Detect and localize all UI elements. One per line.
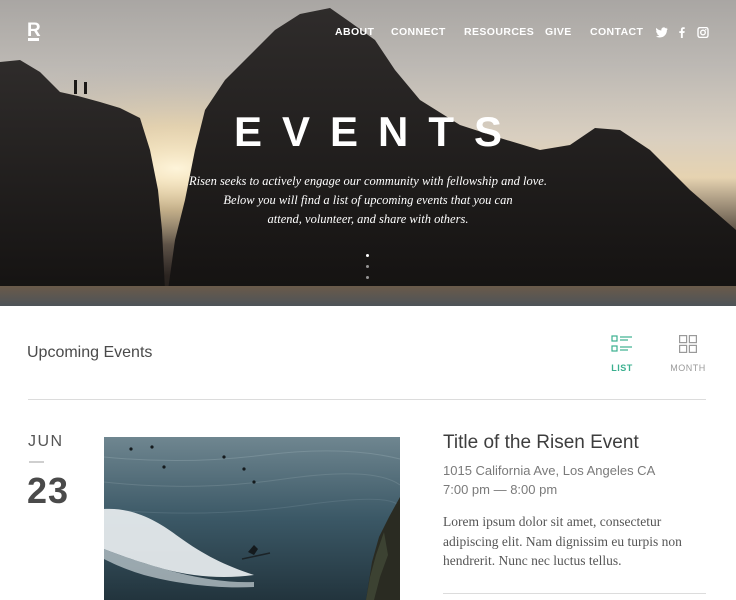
event-description-line: adipiscing elit. Nam dignissim eu turpis… <box>443 533 682 549</box>
event-day: 23 <box>27 470 70 511</box>
section-divider <box>28 399 706 400</box>
event-description: Lorem ipsum dolor sit amet, consectetur … <box>443 512 705 571</box>
event-address: 1015 California Ave, Los Angeles CA <box>443 463 656 478</box>
nav-give[interactable]: GIVE <box>545 26 572 38</box>
instagram-icon[interactable] <box>697 27 709 38</box>
hero-banner: R ABOUT CONNECT RESOURCES GIVE CONTACT E… <box>0 0 736 306</box>
month-view-label: MONTH <box>670 363 706 373</box>
nav-resources[interactable]: RESOURCES <box>464 26 534 38</box>
event-description-line: Lorem ipsum dolor sit amet, consectetur <box>443 514 662 529</box>
grid-view-icon <box>679 335 697 353</box>
hero-subtitle-line: Risen seeks to actively engage our commu… <box>189 174 547 188</box>
event-description-line: hendrerit. Nunc nec luctus tellus. <box>443 553 622 568</box>
main-nav: ABOUT CONNECT RESOURCES GIVE CONTACT <box>0 26 736 40</box>
event-image[interactable] <box>104 437 400 600</box>
slide-dot-2[interactable] <box>366 265 369 268</box>
list-view-icon <box>611 335 632 352</box>
facebook-icon[interactable] <box>676 27 688 38</box>
month-view-toggle[interactable]: MONTH <box>665 335 711 377</box>
slide-indicators <box>365 254 371 284</box>
hero-subtitle: Risen seeks to actively engage our commu… <box>168 172 568 229</box>
nav-contact[interactable]: CONTACT <box>590 26 643 38</box>
event-time: 7:00 pm — 8:00 pm <box>443 482 558 497</box>
event-title[interactable]: Title of the Risen Event <box>443 432 639 454</box>
event-photo-surfers <box>104 437 400 600</box>
nav-about[interactable]: ABOUT <box>335 26 374 38</box>
hero-subtitle-line: Below you will find a list of upcoming e… <box>223 193 513 207</box>
list-view-label: LIST <box>611 363 633 373</box>
event-month: JUN <box>28 433 64 450</box>
event-divider <box>443 593 706 594</box>
section-title: Upcoming Events <box>27 344 153 361</box>
hero-subtitle-line: attend, volunteer, and share with others… <box>267 212 469 226</box>
twitter-icon[interactable] <box>656 27 668 38</box>
slide-dot-3[interactable] <box>366 276 369 279</box>
list-view-toggle[interactable]: LIST <box>599 335 645 377</box>
hero-title: EVENTS <box>233 108 523 155</box>
nav-connect[interactable]: CONNECT <box>391 26 446 38</box>
event-date-dash <box>29 461 44 463</box>
slide-dot-1[interactable] <box>366 254 369 257</box>
